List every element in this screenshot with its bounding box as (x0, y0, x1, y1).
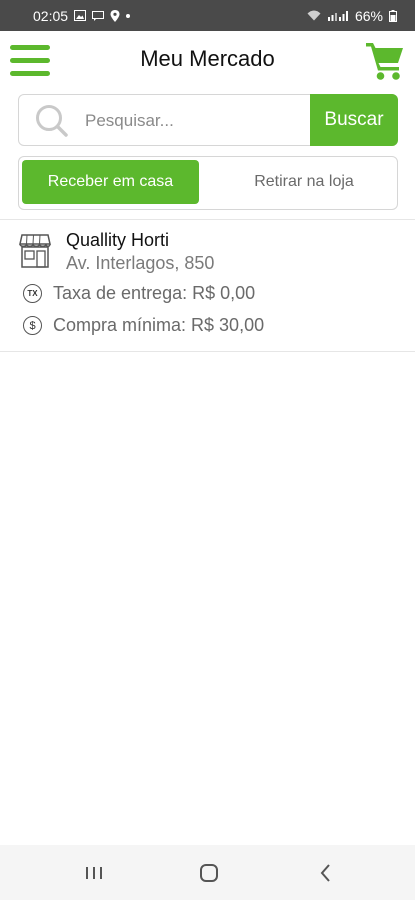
delivery-fee-label: Taxa de entrega: R$ 0,00 (53, 283, 256, 303)
tab-receive-at-home[interactable]: Receber em casa (22, 160, 199, 204)
minimum-order-label: Compra mínima: R$ 30,00 (53, 315, 265, 335)
minimum-order-row: $ Compra mínima: R$ 30,00 (23, 315, 264, 336)
page-title: Meu Mercado (140, 46, 275, 71)
location-icon (110, 9, 120, 22)
store-address: Av. Interlagos, 850 (66, 253, 215, 273)
status-bar-left: 02:05 (33, 7, 131, 24)
delivery-fee-row: TX Taxa de entrega: R$ 0,00 (23, 283, 255, 304)
system-nav-bar (0, 845, 415, 900)
dollar-icon: $ (23, 316, 42, 335)
delivery-mode-toggle: Receber em casa Retirar na loja (18, 156, 398, 210)
search-button[interactable]: Buscar (310, 94, 398, 146)
back-icon[interactable] (311, 859, 341, 887)
tab-pickup-in-store[interactable]: Retirar na loja (219, 160, 389, 204)
battery-percent: 66% (354, 7, 383, 24)
signal-icon (327, 11, 348, 21)
status-bar: 02:05 66% (0, 0, 415, 31)
divider (0, 219, 415, 220)
home-icon[interactable] (194, 859, 224, 887)
search-bar: Buscar (18, 94, 398, 147)
image-icon (74, 10, 87, 21)
search-input[interactable] (83, 95, 312, 147)
clock: 02:05 (33, 7, 69, 24)
app-bar: Meu Mercado (0, 31, 415, 91)
recent-apps-icon[interactable] (79, 859, 109, 887)
search-icon (36, 105, 68, 137)
status-bar-right: 66% (307, 8, 397, 24)
divider (0, 351, 415, 352)
notification-dot (126, 13, 131, 18)
shopping-cart-icon[interactable] (365, 39, 405, 81)
message-icon (92, 10, 105, 21)
battery-icon (389, 9, 397, 22)
store-icon (19, 234, 51, 268)
store-list-item[interactable]: Quallity Horti Av. Interlagos, 850 TX Ta… (0, 221, 415, 351)
delivery-fee-icon: TX (23, 284, 42, 303)
wifi-icon (307, 10, 321, 21)
store-name: Quallity Horti (66, 230, 170, 250)
